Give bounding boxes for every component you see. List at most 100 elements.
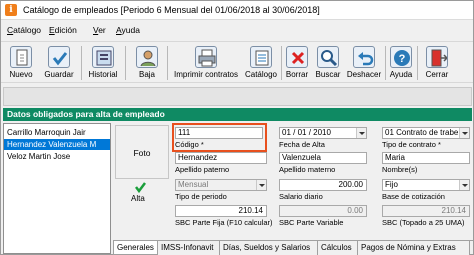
nuevo-label: Nuevo bbox=[9, 70, 33, 79]
menu-bar: Catálogo Edición Ver Ayuda bbox=[1, 23, 473, 37]
nombre-label: Nombre(s) bbox=[382, 165, 418, 174]
ayuda-label: Ayuda bbox=[389, 70, 413, 79]
tab-imss-infonavit[interactable]: IMSS-Infonavit bbox=[158, 241, 220, 255]
alta-check-icon bbox=[134, 181, 146, 194]
toolbar-separator bbox=[281, 46, 282, 80]
menu-catalogo[interactable]: Catálogo bbox=[7, 25, 41, 35]
tipo-periodo-value: Mensual bbox=[178, 180, 209, 189]
catalog-icon bbox=[250, 46, 272, 68]
nuevo-button[interactable]: Nuevo bbox=[5, 44, 37, 82]
tipo-contrato-value: 01 Contrato de trabe bbox=[385, 128, 459, 137]
menu-ver-label: er bbox=[98, 25, 106, 35]
tipo-periodo-select[interactable]: Mensual bbox=[175, 179, 267, 191]
list-item[interactable]: Carrillo Marroquin Jair bbox=[4, 127, 110, 138]
photo-placeholder[interactable]: Foto bbox=[115, 125, 169, 179]
help-icon: ? bbox=[390, 46, 412, 68]
new-document-icon bbox=[10, 46, 32, 68]
ayuda-button[interactable]: ? Ayuda bbox=[387, 44, 415, 82]
app-icon: i bbox=[5, 4, 17, 16]
sbc-topado-label: SBC (Topado a 25 UMA) bbox=[382, 218, 465, 227]
baja-button[interactable]: Baja bbox=[131, 44, 163, 82]
alta-label: Alta bbox=[131, 194, 145, 203]
base-cotizacion-value: Fijo bbox=[385, 180, 398, 189]
chevron-down-icon[interactable] bbox=[256, 180, 266, 190]
menu-catalogo-label: atálogo bbox=[13, 25, 42, 35]
sbc-parte-fija-input[interactable]: 210.14 bbox=[175, 205, 267, 217]
fecha-alta-value: 01 / 01 / 2010 bbox=[282, 128, 331, 137]
tipo-contrato-label: Tipo de contrato * bbox=[382, 140, 441, 149]
imprimir-contratos-button[interactable]: Imprimir contratos bbox=[171, 44, 241, 82]
borrar-label: Borrar bbox=[285, 70, 309, 79]
toolbar: Nuevo Guardar Historial Baja Imprimir co… bbox=[1, 41, 473, 83]
buscar-label: Buscar bbox=[315, 70, 341, 79]
tipo-contrato-select[interactable]: 01 Contrato de trabe bbox=[382, 127, 470, 139]
employee-list[interactable]: Carrillo Marroquin Jair Hernandez Valenz… bbox=[3, 123, 111, 254]
search-icon bbox=[317, 46, 339, 68]
menu-ayuda-label: yuda bbox=[121, 25, 140, 35]
imprimir-label: Imprimir contratos bbox=[173, 70, 238, 79]
toolbar-separator bbox=[125, 46, 126, 80]
apellido-paterno-input[interactable]: Hernandez bbox=[175, 152, 267, 164]
sbc-parte-variable-label: SBC Parte Variable bbox=[279, 218, 344, 227]
catalogo-button[interactable]: Catálogo bbox=[243, 44, 279, 82]
historial-label: Historial bbox=[88, 70, 118, 79]
salario-diario-label: Salario diario bbox=[279, 192, 323, 201]
borrar-button[interactable]: Borrar bbox=[283, 44, 311, 82]
top-panel-strip bbox=[3, 87, 472, 106]
tab-dias-sueldos-salarios[interactable]: Días, Sueldos y Salarios bbox=[220, 241, 318, 255]
apellido-materno-input[interactable]: Valenzuela bbox=[279, 152, 367, 164]
checkmark-icon bbox=[48, 46, 70, 68]
guardar-label: Guardar bbox=[44, 70, 74, 79]
menu-edicion[interactable]: Edición bbox=[49, 25, 77, 35]
toolbar-separator bbox=[417, 46, 418, 80]
buscar-button[interactable]: Buscar bbox=[313, 44, 343, 82]
codigo-highlight bbox=[172, 123, 267, 152]
fecha-alta-picker[interactable]: 01 / 01 / 2010 bbox=[279, 127, 367, 139]
list-item[interactable]: Veloz Martin Jose bbox=[4, 151, 110, 162]
svg-text:?: ? bbox=[399, 53, 406, 65]
menu-ver[interactable]: Ver bbox=[93, 25, 106, 35]
section-header: Datos obligados para alta de empleado bbox=[3, 108, 472, 121]
catalog-window: i Catálogo de empleados [Periodo 6 Mensu… bbox=[0, 0, 474, 255]
delete-icon bbox=[286, 46, 308, 68]
tab-calculos[interactable]: Cálculos bbox=[318, 241, 358, 255]
guardar-button[interactable]: Guardar bbox=[41, 44, 77, 82]
deshacer-label: Deshacer bbox=[346, 70, 382, 79]
history-icon bbox=[92, 46, 114, 68]
tipo-periodo-label: Tipo de periodo bbox=[175, 192, 227, 201]
chevron-down-icon[interactable] bbox=[356, 128, 366, 138]
toolbar-separator bbox=[81, 46, 82, 80]
apellido-paterno-label: Apellido paterno bbox=[175, 165, 230, 174]
base-cotizacion-select[interactable]: Fijo bbox=[382, 179, 470, 191]
menu-ayuda[interactable]: Ayuda bbox=[116, 25, 140, 35]
salario-diario-input[interactable]: 200.00 bbox=[279, 179, 367, 191]
catalogo-label: Catálogo bbox=[244, 70, 278, 79]
historial-button[interactable]: Historial bbox=[85, 44, 121, 82]
baja-label: Baja bbox=[138, 70, 155, 79]
title-bar: i Catálogo de empleados [Periodo 6 Mensu… bbox=[1, 1, 473, 20]
deshacer-button[interactable]: Deshacer bbox=[345, 44, 383, 82]
toolbar-separator bbox=[167, 46, 168, 80]
printer-icon bbox=[195, 46, 217, 68]
sbc-parte-variable-input: 0.00 bbox=[279, 205, 367, 217]
undo-icon bbox=[353, 46, 375, 68]
tab-generales[interactable]: Generales bbox=[113, 241, 158, 255]
toolbar-separator bbox=[385, 46, 386, 80]
exit-door-icon bbox=[426, 46, 448, 68]
cerrar-button[interactable]: Cerrar bbox=[421, 44, 453, 82]
menu-edicion-label: dición bbox=[54, 25, 77, 35]
base-cotizacion-label: Base de cotización bbox=[382, 192, 445, 201]
window-title: Catálogo de empleados [Periodo 6 Mensual… bbox=[23, 5, 320, 15]
cerrar-label: Cerrar bbox=[425, 70, 449, 79]
tab-pagos-nomina-extras[interactable]: Pagos de Nómina y Extras bbox=[358, 241, 470, 255]
chevron-down-icon[interactable] bbox=[459, 180, 469, 190]
apellido-materno-label: Apellido materno bbox=[279, 165, 336, 174]
chevron-down-icon[interactable] bbox=[459, 128, 469, 138]
tab-bar: Generales IMSS-Infonavit Días, Sueldos y… bbox=[113, 240, 473, 255]
nombre-input[interactable]: Maria bbox=[382, 152, 470, 164]
fecha-alta-label: Fecha de Alta bbox=[279, 140, 325, 149]
sbc-topado-input: 210.14 bbox=[382, 205, 470, 217]
person-remove-icon bbox=[136, 46, 158, 68]
list-item[interactable]: Hernandez Valenzuela M bbox=[4, 139, 110, 150]
sbc-parte-fija-label: SBC Parte Fija (F10 calcular) bbox=[175, 218, 273, 227]
